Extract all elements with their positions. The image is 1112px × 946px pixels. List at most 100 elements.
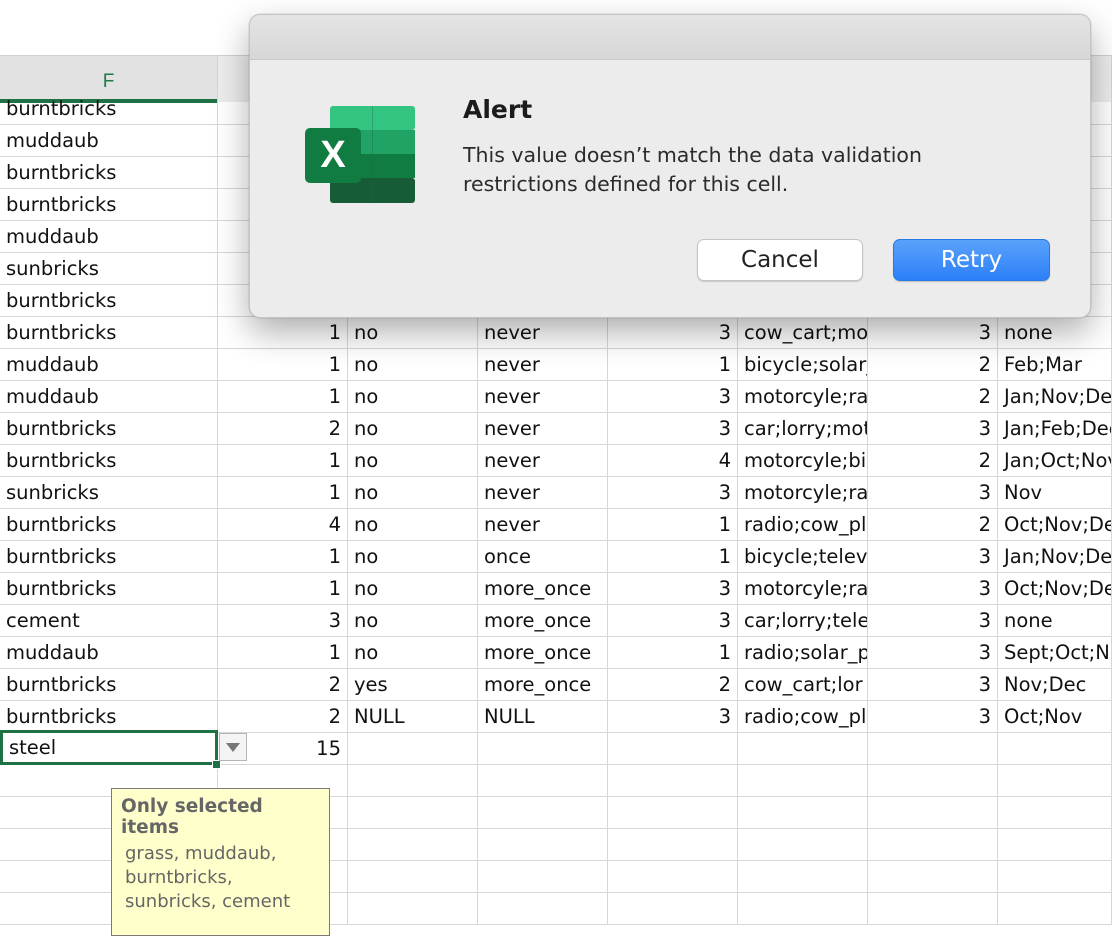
cell-h[interactable]: [348, 797, 478, 829]
cell-h[interactable]: no: [348, 541, 478, 573]
cell-j[interactable]: [608, 861, 738, 893]
cell-h[interactable]: no: [348, 413, 478, 445]
cell-k[interactable]: motorcyle;ra: [738, 573, 868, 605]
cell-m[interactable]: none: [998, 605, 1112, 637]
cell-h[interactable]: no: [348, 605, 478, 637]
cell-k[interactable]: bicycle;televi: [738, 541, 868, 573]
cell-m[interactable]: Oct;Nov;Dec: [998, 573, 1112, 605]
cell-j[interactable]: 3: [608, 477, 738, 509]
cell-h[interactable]: [348, 861, 478, 893]
cell-m[interactable]: [998, 829, 1112, 861]
cell-f[interactable]: burntbricks: [0, 445, 218, 477]
cell-k[interactable]: cow_cart;mo: [738, 317, 868, 349]
cell-f[interactable]: muddaub: [0, 221, 218, 253]
cell-l[interactable]: 3: [868, 541, 998, 573]
cell-j[interactable]: [608, 893, 738, 925]
cell-g[interactable]: 2: [218, 701, 348, 733]
cell-j[interactable]: 1: [608, 349, 738, 381]
cell-i[interactable]: never: [478, 509, 608, 541]
cell-l[interactable]: [868, 733, 998, 765]
cell-l[interactable]: 3: [868, 477, 998, 509]
cell-j[interactable]: 4: [608, 445, 738, 477]
cell-j[interactable]: [608, 797, 738, 829]
cell-h[interactable]: NULL: [348, 701, 478, 733]
cell-g[interactable]: 1: [218, 541, 348, 573]
cell-i[interactable]: never: [478, 477, 608, 509]
cell-f[interactable]: burntbricks: [0, 669, 218, 701]
cell-j[interactable]: 1: [608, 637, 738, 669]
cell-l[interactable]: 2: [868, 349, 998, 381]
cell-j[interactable]: 3: [608, 605, 738, 637]
cell-j[interactable]: [608, 765, 738, 797]
cell-j[interactable]: 3: [608, 317, 738, 349]
cell-k[interactable]: [738, 893, 868, 925]
cell-m[interactable]: Feb;Mar: [998, 349, 1112, 381]
cell-k[interactable]: car;lorry;tele: [738, 605, 868, 637]
cell-k[interactable]: [738, 765, 868, 797]
cell-l[interactable]: [868, 765, 998, 797]
active-cell[interactable]: steel: [0, 730, 218, 765]
cell-i[interactable]: never: [478, 317, 608, 349]
cell-i[interactable]: never: [478, 349, 608, 381]
cell-l[interactable]: [868, 797, 998, 829]
cell-f[interactable]: burntbricks: [0, 413, 218, 445]
cell-m[interactable]: Sept;Oct;Nov: [998, 637, 1112, 669]
cell-m[interactable]: [998, 765, 1112, 797]
cell-i[interactable]: more_once: [478, 573, 608, 605]
cell-h[interactable]: yes: [348, 669, 478, 701]
cell-m[interactable]: [998, 861, 1112, 893]
cell-i[interactable]: more_once: [478, 605, 608, 637]
cell-m[interactable]: [998, 893, 1112, 925]
cell-m[interactable]: Jan;Oct;Nov: [998, 445, 1112, 477]
cell-f[interactable]: muddaub: [0, 381, 218, 413]
cell-f[interactable]: burntbricks: [0, 573, 218, 605]
cell-l[interactable]: [868, 893, 998, 925]
validation-dropdown-button[interactable]: [219, 733, 247, 761]
cell-i[interactable]: once: [478, 541, 608, 573]
cell-k[interactable]: car;lorry;mot: [738, 413, 868, 445]
cell-f[interactable]: sunbricks: [0, 253, 218, 285]
cell-i[interactable]: NULL: [478, 701, 608, 733]
cell-j[interactable]: [608, 733, 738, 765]
cell-m[interactable]: [998, 733, 1112, 765]
cell-h[interactable]: no: [348, 573, 478, 605]
cell-g[interactable]: 4: [218, 509, 348, 541]
cell-i[interactable]: [478, 797, 608, 829]
cell-l[interactable]: 3: [868, 637, 998, 669]
cell-k[interactable]: radio;solar_p: [738, 637, 868, 669]
cell-i[interactable]: [478, 861, 608, 893]
cell-m[interactable]: Jan;Nov;Dec: [998, 381, 1112, 413]
cell-h[interactable]: no: [348, 509, 478, 541]
cell-i[interactable]: never: [478, 413, 608, 445]
cell-l[interactable]: [868, 861, 998, 893]
cell-j[interactable]: 3: [608, 573, 738, 605]
cell-f[interactable]: sunbricks: [0, 477, 218, 509]
cell-g[interactable]: 2: [218, 669, 348, 701]
cell-m[interactable]: [998, 797, 1112, 829]
cell-g[interactable]: 1: [218, 573, 348, 605]
cell-i[interactable]: [478, 765, 608, 797]
cell-g[interactable]: 1: [218, 381, 348, 413]
cell-g[interactable]: 1: [218, 477, 348, 509]
cell-f[interactable]: muddaub: [0, 125, 218, 157]
cell-j[interactable]: 3: [608, 413, 738, 445]
cell-h[interactable]: no: [348, 637, 478, 669]
cell-m[interactable]: Nov;Dec: [998, 669, 1112, 701]
cell-j[interactable]: 1: [608, 509, 738, 541]
cell-g[interactable]: 1: [218, 445, 348, 477]
cell-f[interactable]: cement: [0, 605, 218, 637]
cell-m[interactable]: Oct;Nov;Dec: [998, 509, 1112, 541]
cell-l[interactable]: [868, 829, 998, 861]
cell-k[interactable]: cow_cart;lor: [738, 669, 868, 701]
cell-l[interactable]: 3: [868, 605, 998, 637]
cell-f[interactable]: burntbricks: [0, 189, 218, 221]
cell-i[interactable]: more_once: [478, 669, 608, 701]
cell-m[interactable]: Oct;Nov: [998, 701, 1112, 733]
cell-h[interactable]: [348, 893, 478, 925]
cell-h[interactable]: no: [348, 477, 478, 509]
cell-f[interactable]: burntbricks: [0, 317, 218, 349]
cell-g[interactable]: 2: [218, 413, 348, 445]
cell-l[interactable]: 3: [868, 573, 998, 605]
cell-f[interactable]: muddaub: [0, 637, 218, 669]
cell-k[interactable]: [738, 797, 868, 829]
